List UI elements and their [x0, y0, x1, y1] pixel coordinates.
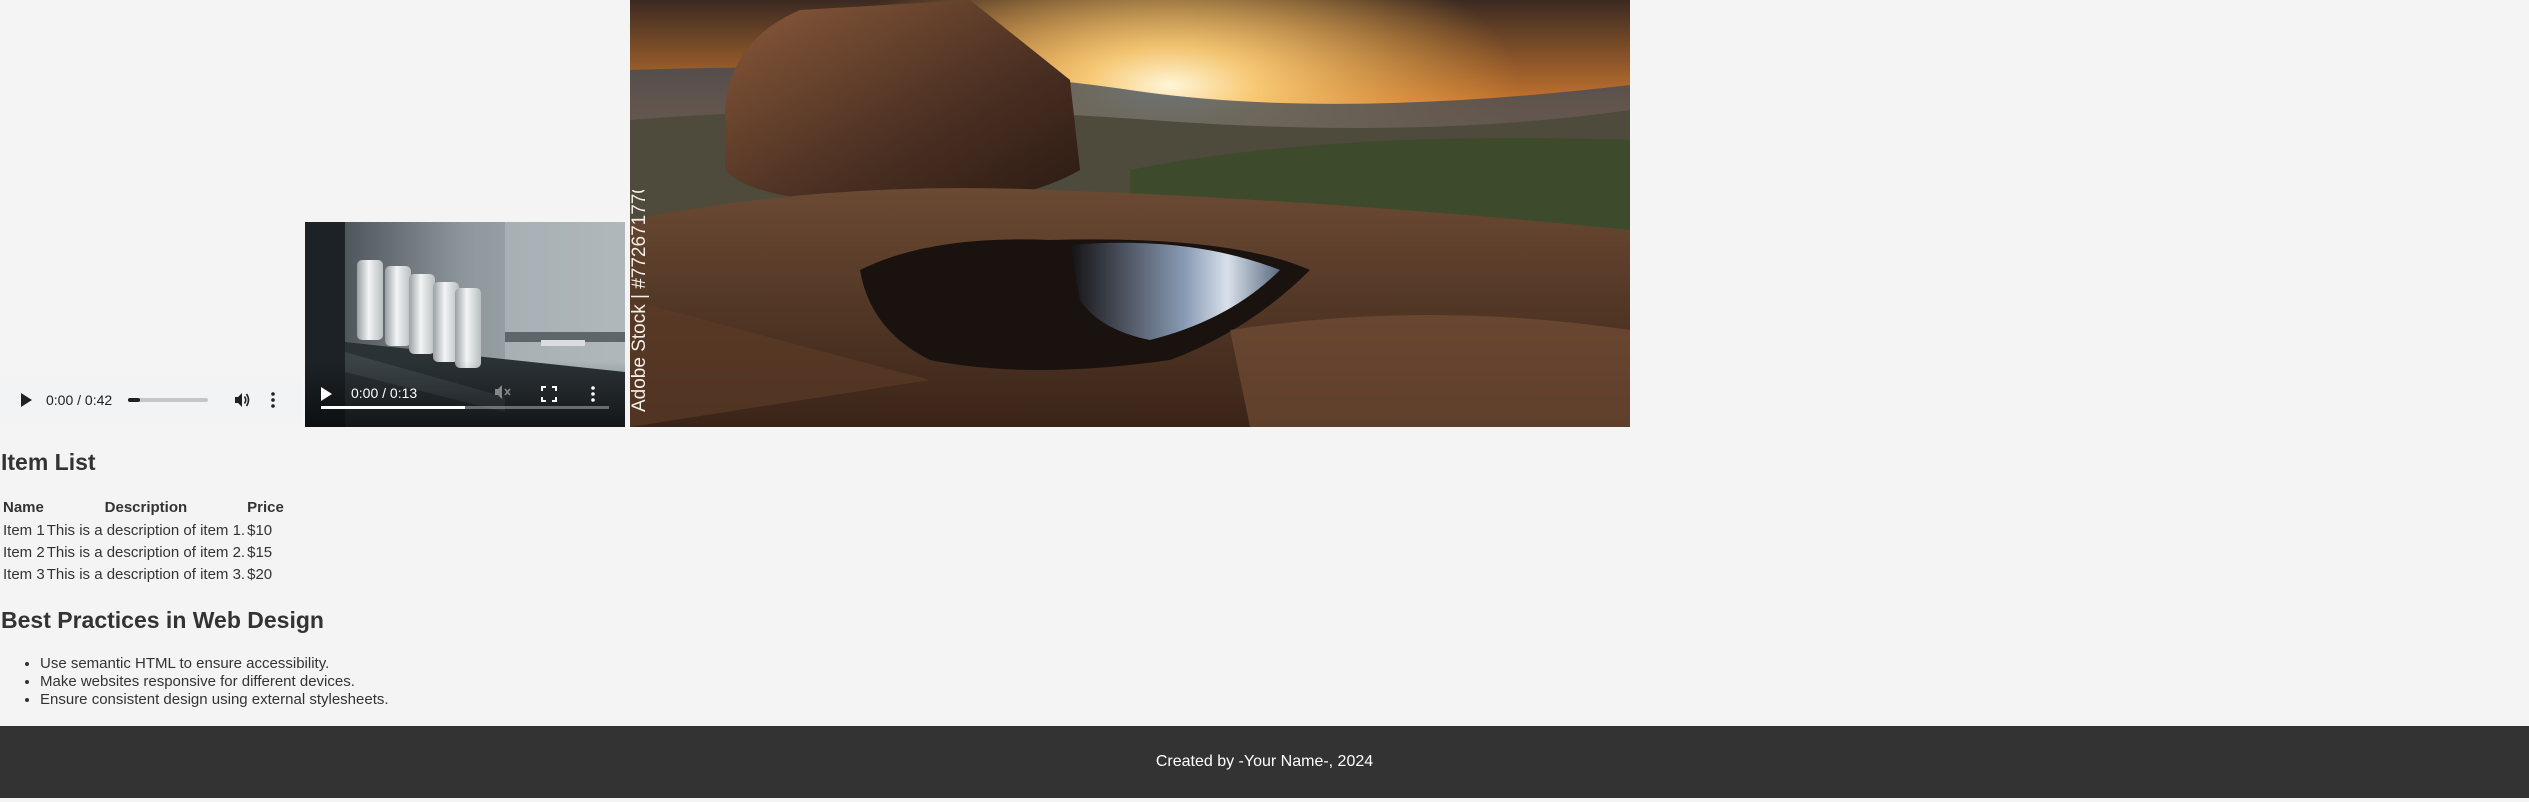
best-practices-list: Use semantic HTML to ensure accessibilit… — [0, 655, 389, 709]
item-name: Item 3 — [3, 566, 45, 583]
video-more-button[interactable] — [591, 383, 603, 405]
audio-play-button[interactable] — [14, 388, 38, 412]
audio-time-display: 0:00 / 0:42 — [46, 392, 113, 408]
item-description: This is a description of item 3. — [46, 566, 246, 583]
column-header-price: Price — [247, 499, 284, 516]
fullscreen-icon — [541, 386, 557, 402]
item-table: Name Description Price Item 1 This is a … — [1, 496, 286, 586]
audio-seek-bar[interactable] — [128, 398, 209, 402]
video-time-display: 0:00 / 0:13 — [351, 385, 418, 401]
audio-seek-progress — [128, 398, 141, 402]
item-name: Item 1 — [3, 522, 45, 539]
list-item: Use semantic HTML to ensure accessibilit… — [40, 655, 389, 673]
mute-icon — [495, 385, 511, 399]
play-icon — [321, 387, 332, 401]
best-practices-title: Best Practices in Web Design — [1, 607, 324, 633]
table-row: Item 1 This is a description of item 1. … — [3, 520, 284, 542]
item-price: $10 — [247, 522, 273, 539]
column-header-name: Name — [3, 499, 44, 516]
video-fullscreen-button[interactable] — [541, 383, 563, 405]
more-vert-icon — [591, 386, 595, 402]
video-mute-button[interactable] — [493, 383, 517, 405]
video-play-button[interactable] — [319, 383, 341, 405]
video-seek-progress — [321, 406, 465, 409]
stock-watermark-text: Adobe Stock | #772671770 — [629, 190, 650, 412]
landscape-photo — [630, 0, 1630, 427]
table-row: Item 2 This is a description of item 2. … — [3, 542, 284, 564]
volume-icon — [235, 393, 250, 407]
list-item: Make websites responsive for different d… — [40, 673, 389, 691]
audio-player[interactable]: 0:00 / 0:42 — [0, 377, 302, 423]
page-footer: Created by -Your Name-, 2024 — [0, 726, 2529, 798]
column-header-description: Description — [104, 499, 188, 516]
play-icon — [21, 393, 32, 407]
item-description: This is a description of item 2. — [46, 544, 246, 561]
item-price: $15 — [247, 544, 273, 561]
item-description: This is a description of item 1. — [46, 522, 246, 539]
audio-volume-button[interactable] — [230, 388, 254, 412]
more-vert-icon — [271, 392, 275, 408]
video-player[interactable]: 0:00 / 0:13 — [305, 222, 625, 427]
audio-more-button[interactable] — [264, 388, 282, 412]
table-header-row: Name Description Price — [3, 496, 284, 520]
list-item: Ensure consistent design using external … — [40, 691, 389, 709]
item-list-title: Item List — [1, 449, 96, 475]
landscape-photo-art — [630, 0, 1630, 427]
stock-watermark: Adobe Stock | #772671770 — [618, 183, 658, 420]
video-seek-bar[interactable] — [321, 406, 609, 409]
video-controls: 0:00 / 0:13 — [305, 361, 625, 427]
item-name: Item 2 — [3, 544, 45, 561]
item-price: $20 — [247, 566, 273, 583]
table-row: Item 3 This is a description of item 3. … — [3, 564, 284, 586]
footer-credit: Created by -Your Name-, 2024 — [1155, 753, 1374, 770]
